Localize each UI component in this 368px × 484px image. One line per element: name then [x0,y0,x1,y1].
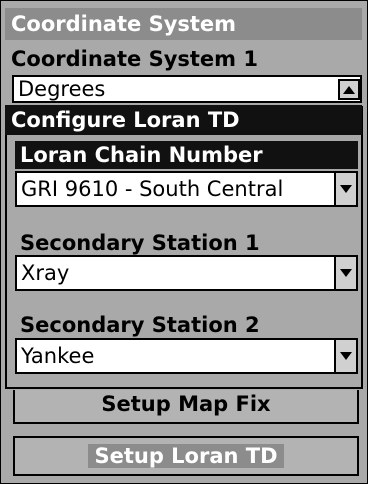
loran-chain-dropdown[interactable]: GRI 9610 - South Central [15,171,358,207]
setup-loran-td-label: Setup Loran TD [88,444,284,468]
secondary-station-1-label: Secondary Station 1 [20,231,260,255]
secondary-station-1-value: Xray [21,261,70,285]
triangle-down-icon [340,352,352,360]
coordinate-system-label: Coordinate System 1 [11,47,258,71]
dialog-title: Configure Loran TD [5,105,362,135]
secondary-station-2-dropdown[interactable]: Yankee [15,338,358,374]
triangle-down-icon [340,269,352,277]
loran-chain-label: Loran Chain Number [15,141,358,169]
triangle-down-icon [340,185,352,193]
coordinate-system-value: Degrees [18,77,106,101]
setup-map-fix-button[interactable]: Setup Map Fix [13,390,359,424]
screen-title: Coordinate System [5,8,362,40]
triangle-up-icon [343,85,355,94]
coordinate-system-screen: Coordinate System Coordinate System 1 De… [0,0,368,484]
secondary-station-2-value: Yankee [21,344,95,368]
setup-loran-td-button[interactable]: Setup Loran TD [13,436,359,476]
setup-map-fix-label: Setup Map Fix [101,392,271,416]
loran-chain-value: GRI 9610 - South Central [21,177,284,201]
loran-chain-dropdown-button[interactable] [334,173,356,205]
scroll-up-button[interactable] [338,79,360,100]
secondary-station-2-dropdown-button[interactable] [334,340,356,372]
secondary-station-1-dropdown-button[interactable] [334,257,356,289]
coordinate-system-field[interactable]: Degrees [12,75,362,103]
secondary-station-2-label: Secondary Station 2 [20,313,260,337]
secondary-station-1-dropdown[interactable]: Xray [15,255,358,291]
